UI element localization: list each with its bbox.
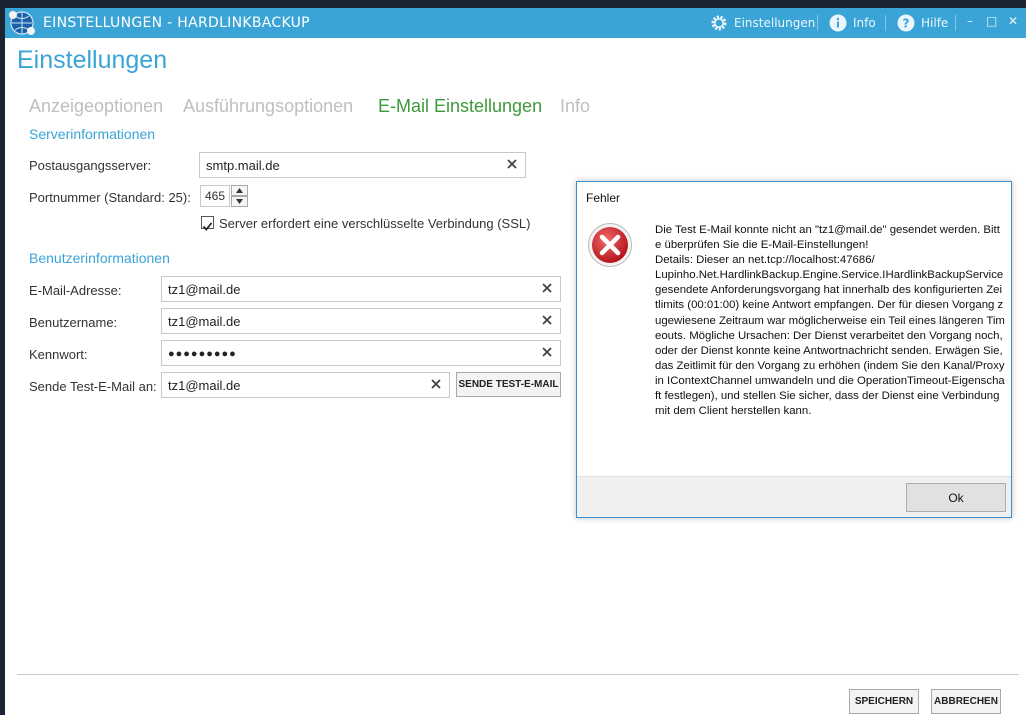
page-title: Einstellungen xyxy=(17,46,168,74)
svg-text:?: ? xyxy=(903,17,910,31)
window-title: EINSTELLUNGEN - HARDLINKBACKUP xyxy=(43,15,310,31)
password-field[interactable]: ●●●●●●●●● xyxy=(161,340,561,366)
help-label: Hilfe xyxy=(921,16,949,30)
settings-button[interactable]: Einstellungen xyxy=(710,12,815,34)
chevron-up-icon xyxy=(236,188,243,193)
username-field[interactable]: tz1@mail.de xyxy=(161,308,561,334)
close-icon[interactable] xyxy=(540,345,554,359)
globe-logo-icon xyxy=(9,11,35,35)
toolbar-divider xyxy=(955,15,956,31)
dialog-message: Die Test E-Mail konnte nicht an "tz1@mai… xyxy=(655,224,1005,418)
title-bar: EINSTELLUNGEN - HARDLINKBACKUP Einstellu… xyxy=(5,8,1026,38)
cancel-button[interactable]: ABBRECHEN xyxy=(931,689,1001,714)
error-dialog: Fehler Die Test E-Mail konnte nicht an "… xyxy=(576,181,1012,518)
test-email-value: tz1@mail.de xyxy=(168,378,241,393)
port-label: Portnummer (Standard: 25): xyxy=(29,190,191,205)
username-value: tz1@mail.de xyxy=(168,314,241,329)
footer-divider xyxy=(17,674,1019,675)
port-stepper[interactable]: 465 xyxy=(200,185,230,207)
test-email-field[interactable]: tz1@mail.de xyxy=(161,372,450,398)
close-icon[interactable] xyxy=(429,377,443,391)
ok-button[interactable]: Ok xyxy=(906,483,1006,512)
close-icon[interactable] xyxy=(540,281,554,295)
email-value: tz1@mail.de xyxy=(168,282,241,297)
dialog-title: Fehler xyxy=(586,191,621,205)
user-section-title: Benutzerinformationen xyxy=(29,250,170,266)
toolbar-divider xyxy=(885,15,886,31)
save-button[interactable]: SPEICHERN xyxy=(849,689,919,714)
port-up-button[interactable] xyxy=(231,185,248,196)
email-label: E-Mail-Adresse: xyxy=(29,283,122,298)
gear-icon xyxy=(710,14,728,32)
server-section-title: Serverinformationen xyxy=(29,126,156,142)
info-button[interactable]: Info xyxy=(829,12,876,34)
port-value: 465 xyxy=(205,189,226,203)
close-icon[interactable] xyxy=(505,157,519,171)
password-label: Kennwort: xyxy=(29,347,88,362)
help-icon: ? xyxy=(897,14,915,32)
info-icon xyxy=(829,14,847,32)
ssl-checkbox[interactable] xyxy=(201,216,214,231)
tab-email-settings[interactable]: E-Mail Einstellungen xyxy=(378,96,542,117)
dialog-footer: Ok xyxy=(577,476,1011,517)
test-email-label: Sende Test-E-Mail an: xyxy=(29,379,157,394)
port-down-button[interactable] xyxy=(231,196,248,207)
smtp-label: Postausgangsserver: xyxy=(29,158,152,173)
error-icon xyxy=(588,223,632,267)
maximize-button[interactable]: □ xyxy=(986,14,997,28)
smtp-value: smtp.mail.de xyxy=(206,158,280,173)
check-icon xyxy=(202,222,213,231)
close-button[interactable]: ✕ xyxy=(1008,14,1018,28)
username-label: Benutzername: xyxy=(29,315,118,330)
minimize-button[interactable]: – xyxy=(967,14,973,28)
chevron-down-icon xyxy=(236,199,243,204)
toolbar-divider xyxy=(817,15,818,31)
ssl-label[interactable]: Server erfordert eine verschlüsselte Ver… xyxy=(219,216,530,231)
help-button[interactable]: ? Hilfe xyxy=(897,12,948,34)
close-icon[interactable] xyxy=(540,313,554,327)
info-label: Info xyxy=(853,16,876,30)
tab-display-options[interactable]: Anzeigeoptionen xyxy=(29,96,163,117)
email-field[interactable]: tz1@mail.de xyxy=(161,276,561,302)
tab-execution-options[interactable]: Ausführungsoptionen xyxy=(183,96,353,117)
send-test-email-button[interactable]: SENDE TEST-E-MAIL xyxy=(456,372,561,397)
tab-info[interactable]: Info xyxy=(560,96,590,117)
settings-label: Einstellungen xyxy=(734,16,816,30)
smtp-input[interactable]: smtp.mail.de xyxy=(199,152,526,178)
password-value: ●●●●●●●●● xyxy=(168,348,237,360)
